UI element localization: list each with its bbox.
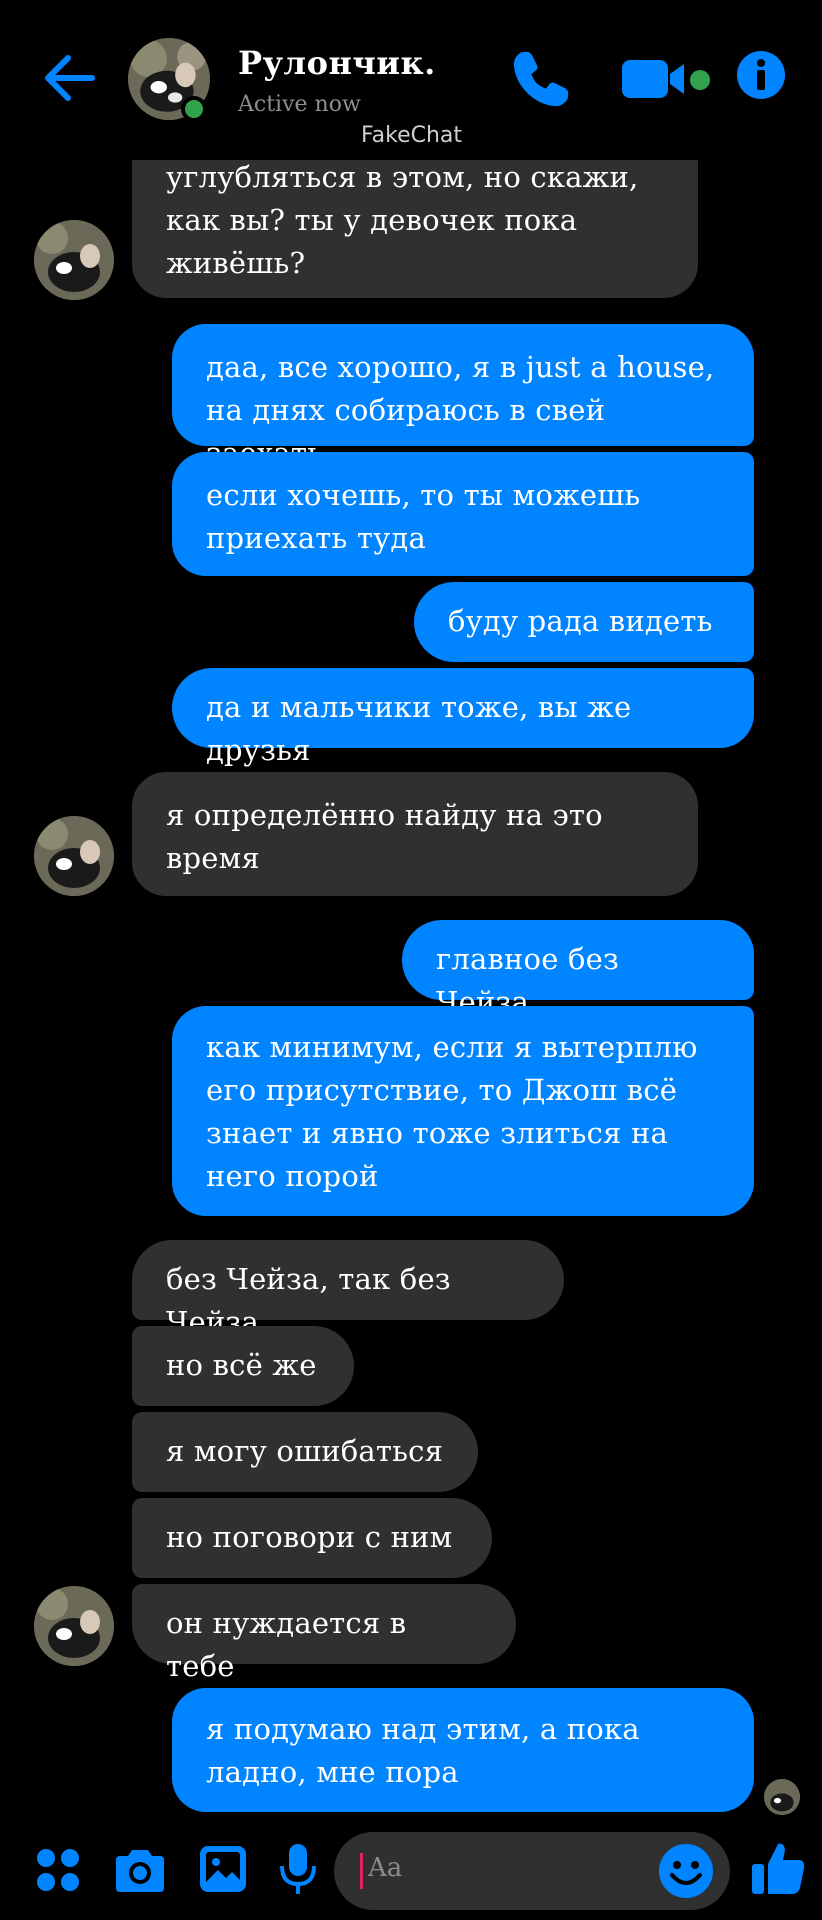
chat-header: Рулончик. Active now FakeChat xyxy=(0,0,822,160)
contact-name[interactable]: Рулончик. xyxy=(238,44,436,82)
message-bubble-outgoing[interactable]: я подумаю над этим, а пока ладно, мне по… xyxy=(172,1688,754,1812)
image-icon[interactable] xyxy=(198,1844,248,1894)
message-bubble-outgoing[interactable]: буду рада видеть xyxy=(414,582,754,662)
text-cursor xyxy=(360,1853,363,1889)
message-bubble-incoming[interactable]: я могу ошибаться xyxy=(132,1412,478,1492)
thumbs-up-icon[interactable] xyxy=(750,1840,806,1896)
online-indicator xyxy=(181,96,207,122)
contact-status: Active now xyxy=(238,92,361,117)
contact-avatar[interactable] xyxy=(34,1586,114,1666)
message-bubble-incoming[interactable]: но всё же xyxy=(132,1326,354,1406)
video-camera-icon[interactable] xyxy=(620,56,698,102)
emoji-icon[interactable] xyxy=(658,1843,714,1899)
message-bubble-outgoing[interactable]: если хочешь, то ты можешь приехать туда xyxy=(172,452,754,576)
message-bubble-incoming[interactable]: он нуждается в тебе xyxy=(132,1584,516,1683)
message-bubble-incoming[interactable]: но поговори с ним xyxy=(132,1498,492,1578)
camera-icon[interactable] xyxy=(112,1846,168,1894)
message-bubble-outgoing[interactable]: даа, все хорошо, я в just a house, на дн… xyxy=(172,324,754,470)
phone-icon[interactable] xyxy=(510,48,572,110)
message-bubble-outgoing[interactable]: главное без Чейза xyxy=(402,920,754,1019)
info-icon[interactable] xyxy=(736,50,786,100)
apps-grid-icon[interactable] xyxy=(34,1846,82,1894)
message-bubble-incoming[interactable]: я определённо найду на это время xyxy=(132,772,698,896)
message-bubble-incoming[interactable]: без Чейза, так без Чейза xyxy=(132,1240,564,1339)
contact-avatar[interactable] xyxy=(34,816,114,896)
message-bubble-outgoing[interactable]: как минимум, если я вытерплю его присутс… xyxy=(172,1006,754,1216)
microphone-icon[interactable] xyxy=(278,1842,318,1896)
contact-avatar[interactable] xyxy=(34,220,114,300)
video-active-indicator xyxy=(690,70,710,90)
message-input-placeholder: Aa xyxy=(368,1853,403,1883)
watermark: FakeChat xyxy=(361,123,463,148)
message-bubble-outgoing[interactable]: да и мальчики тоже, вы же друзья xyxy=(172,668,754,767)
back-arrow-icon[interactable] xyxy=(40,48,100,108)
read-receipt-avatar xyxy=(764,1779,800,1815)
